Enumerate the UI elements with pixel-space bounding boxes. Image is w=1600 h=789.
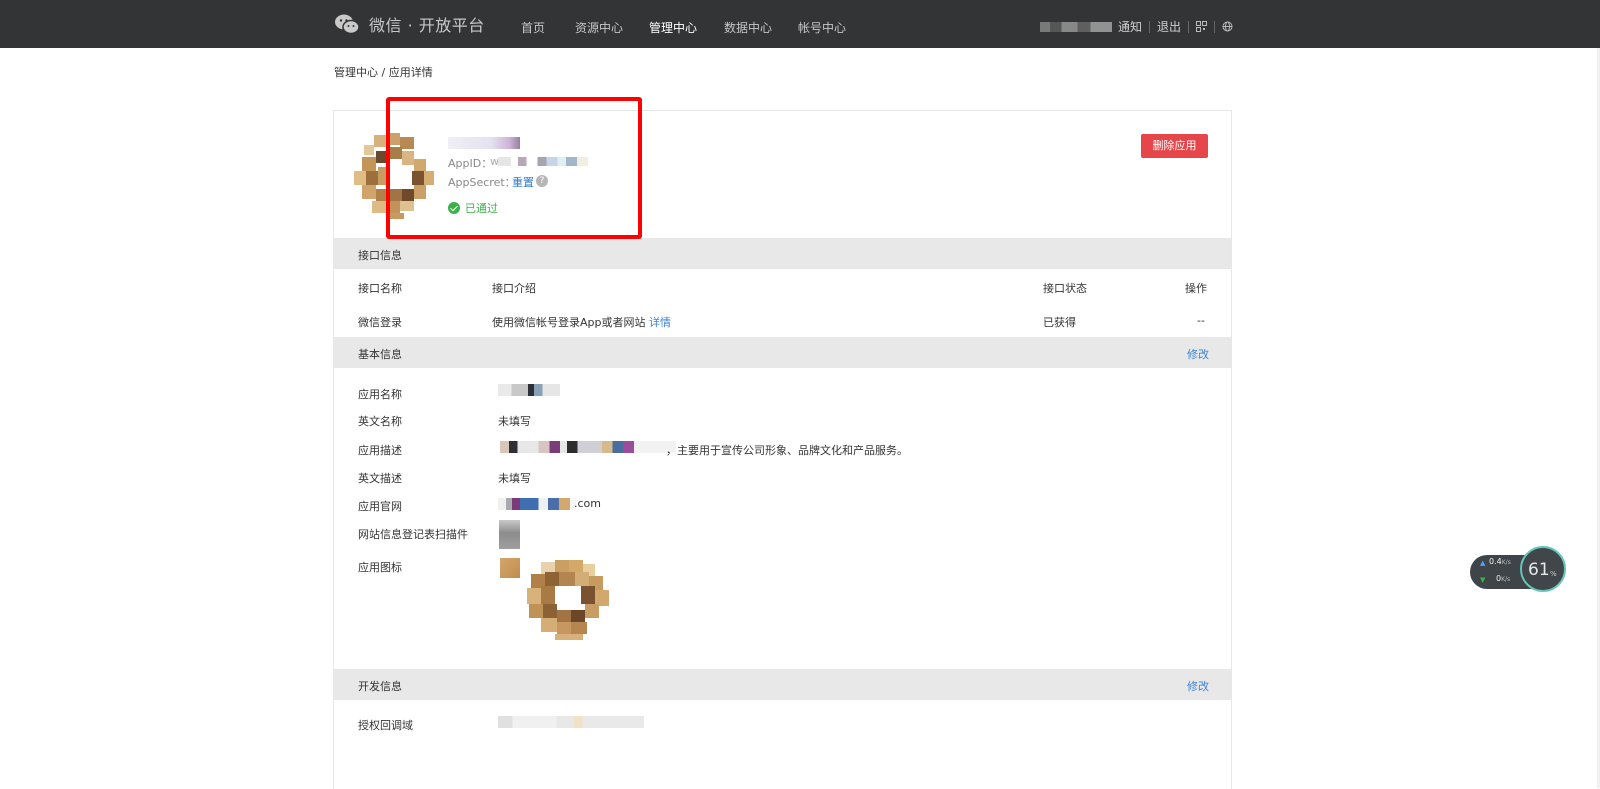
interface-name: 微信登录: [358, 316, 402, 329]
divider: [1214, 20, 1216, 33]
desc-value-text: ，主要用于宣传公司形象、品牌文化和产品服务。: [666, 444, 908, 457]
field-label-en-desc: 英文描述: [358, 472, 402, 485]
en-name-value: 未填写: [498, 415, 531, 428]
upload-unit: K/s: [1501, 559, 1511, 566]
top-nav-bar: 微信 · 开放平台 首页 资源中心 管理中心 数据中心 帐号中心 通知 退出: [0, 0, 1600, 48]
detail-link[interactable]: 详情: [649, 316, 671, 329]
interface-section-header: 接口信息: [334, 238, 1231, 269]
dev-info-section-header: 开发信息 修改: [334, 669, 1231, 700]
column-header-status: 接口状态: [1043, 282, 1087, 295]
nav-resources[interactable]: 资源中心: [575, 19, 623, 36]
column-header-name: 接口名称: [358, 282, 402, 295]
column-header-action: 操作: [1185, 282, 1207, 295]
section-title: 接口信息: [358, 249, 402, 262]
scan-thumbnail[interactable]: [499, 520, 520, 549]
field-label-scan: 网站信息登记表扫描件: [358, 528, 468, 541]
app-icon-large: [527, 560, 609, 640]
logout-link[interactable]: 退出: [1157, 18, 1181, 35]
interface-status: 已获得: [1043, 316, 1076, 329]
interface-desc: 使用微信帐号登录App或者网站 详情: [492, 314, 671, 330]
app-name-value-masked: [498, 384, 560, 396]
divider: [1188, 20, 1190, 33]
interface-action: --: [1197, 314, 1205, 327]
username-masked[interactable]: [1040, 21, 1112, 32]
field-label-en-name: 英文名称: [358, 415, 402, 428]
logo[interactable]: 微信 · 开放平台: [334, 12, 485, 36]
download-unit: K/s: [1501, 576, 1511, 583]
app-icon-small: [500, 558, 520, 578]
notify-link[interactable]: 通知: [1118, 18, 1142, 35]
breadcrumb: 管理中心 / 应用详情: [334, 66, 433, 79]
field-label-website: 应用官网: [358, 500, 402, 513]
highlight-box: [386, 97, 642, 239]
nav-management[interactable]: 管理中心: [649, 19, 697, 36]
edit-basic-link[interactable]: 修改: [1187, 346, 1209, 362]
nav-home[interactable]: 首页: [521, 19, 545, 36]
gauge-percent: 61: [1528, 560, 1550, 580]
section-title: 基本信息: [358, 348, 402, 361]
website-value-text: .com: [574, 497, 601, 510]
upload-arrow-icon: ▲: [1480, 559, 1486, 567]
delete-app-button[interactable]: 删除应用: [1141, 134, 1208, 158]
en-desc-value: 未填写: [498, 472, 531, 485]
field-label-app-name: 应用名称: [358, 388, 402, 401]
download-speed: 0K/s: [1496, 574, 1510, 583]
field-label-callback-domain: 授权回调域: [358, 719, 413, 732]
gauge-percent-sign: %: [1550, 570, 1557, 578]
website-value-masked: [498, 498, 576, 510]
column-header-desc: 接口介绍: [492, 282, 536, 295]
nav-data[interactable]: 数据中心: [724, 19, 772, 36]
callback-domain-masked: [498, 716, 644, 728]
basic-info-section-header: 基本信息 修改: [334, 337, 1231, 368]
interface-desc-text: 使用微信帐号登录App或者网站: [492, 316, 646, 329]
nav-account[interactable]: 帐号中心: [798, 19, 846, 36]
upload-speed: 0.4K/s: [1489, 557, 1511, 566]
section-title: 开发信息: [358, 680, 402, 693]
desc-value-masked: [500, 441, 676, 453]
divider: [1149, 20, 1151, 33]
upload-value: 0.4: [1489, 557, 1502, 566]
qrcode-icon[interactable]: [1196, 21, 1208, 32]
field-label-icon: 应用图标: [358, 561, 402, 574]
globe-icon[interactable]: [1222, 21, 1233, 32]
edit-dev-link[interactable]: 修改: [1187, 678, 1209, 694]
field-label-desc: 应用描述: [358, 444, 402, 457]
download-arrow-icon: ▼: [1480, 576, 1486, 584]
wechat-logo-icon: [335, 14, 360, 35]
platform-title: 微信 · 开放平台: [369, 16, 485, 35]
